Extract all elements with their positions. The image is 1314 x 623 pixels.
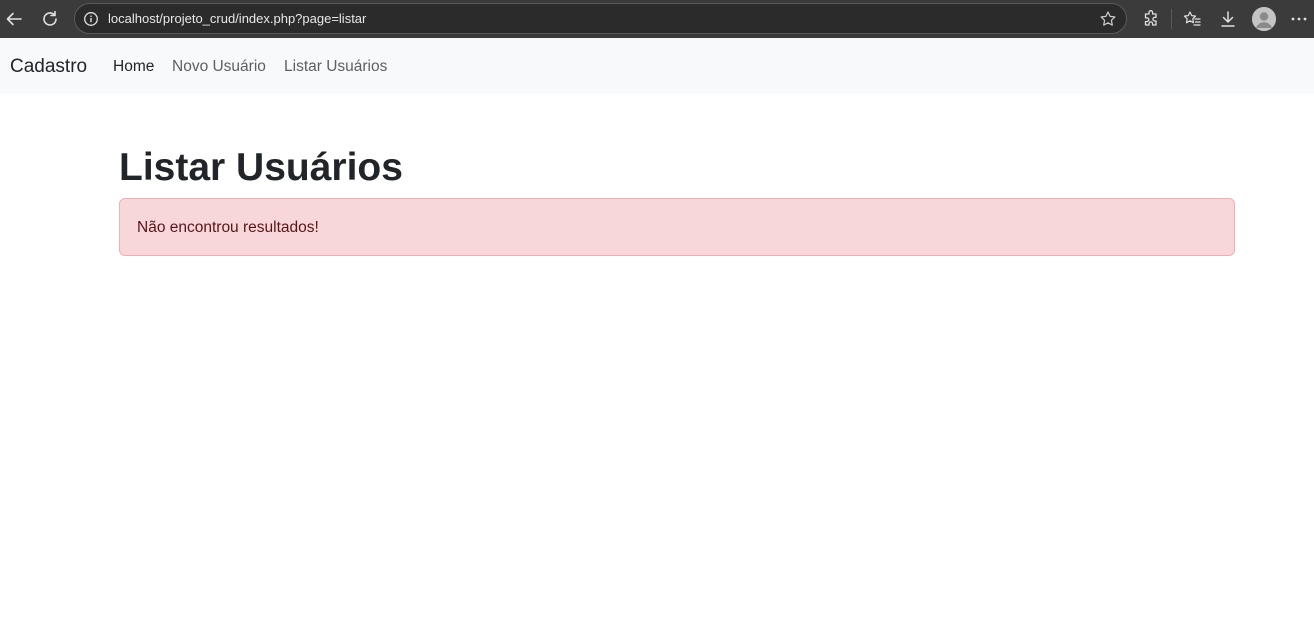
star-icon[interactable]	[1099, 10, 1117, 28]
profile-avatar[interactable]	[1252, 7, 1276, 31]
url-text[interactable]: localhost/projeto_crud/index.php?page=li…	[108, 10, 366, 28]
more-icon[interactable]	[1285, 5, 1313, 33]
toolbar-divider	[1171, 9, 1172, 29]
nav-link-listar-usuarios[interactable]: Listar Usuários	[284, 57, 387, 77]
download-icon[interactable]	[1214, 5, 1242, 33]
page-title: Listar Usuários	[119, 146, 403, 189]
alert-danger: Não encontrou resultados!	[119, 198, 1235, 256]
nav-link-home[interactable]: Home	[113, 57, 154, 77]
info-icon[interactable]	[83, 11, 99, 27]
address-bar[interactable]: localhost/projeto_crud/index.php?page=li…	[74, 3, 1127, 34]
browser-toolbar: localhost/projeto_crud/index.php?page=li…	[0, 0, 1314, 38]
back-arrow-icon[interactable]	[0, 5, 28, 33]
extensions-icon[interactable]	[1137, 5, 1165, 33]
alert-message: Não encontrou resultados!	[137, 219, 319, 236]
navbar-brand[interactable]: Cadastro	[10, 55, 87, 79]
refresh-icon[interactable]	[36, 5, 64, 33]
favorites-icon[interactable]	[1178, 5, 1206, 33]
nav-link-novo-usuario[interactable]: Novo Usuário	[172, 57, 266, 77]
navbar: Cadastro Home Novo Usuário Listar Usuári…	[0, 38, 1314, 94]
